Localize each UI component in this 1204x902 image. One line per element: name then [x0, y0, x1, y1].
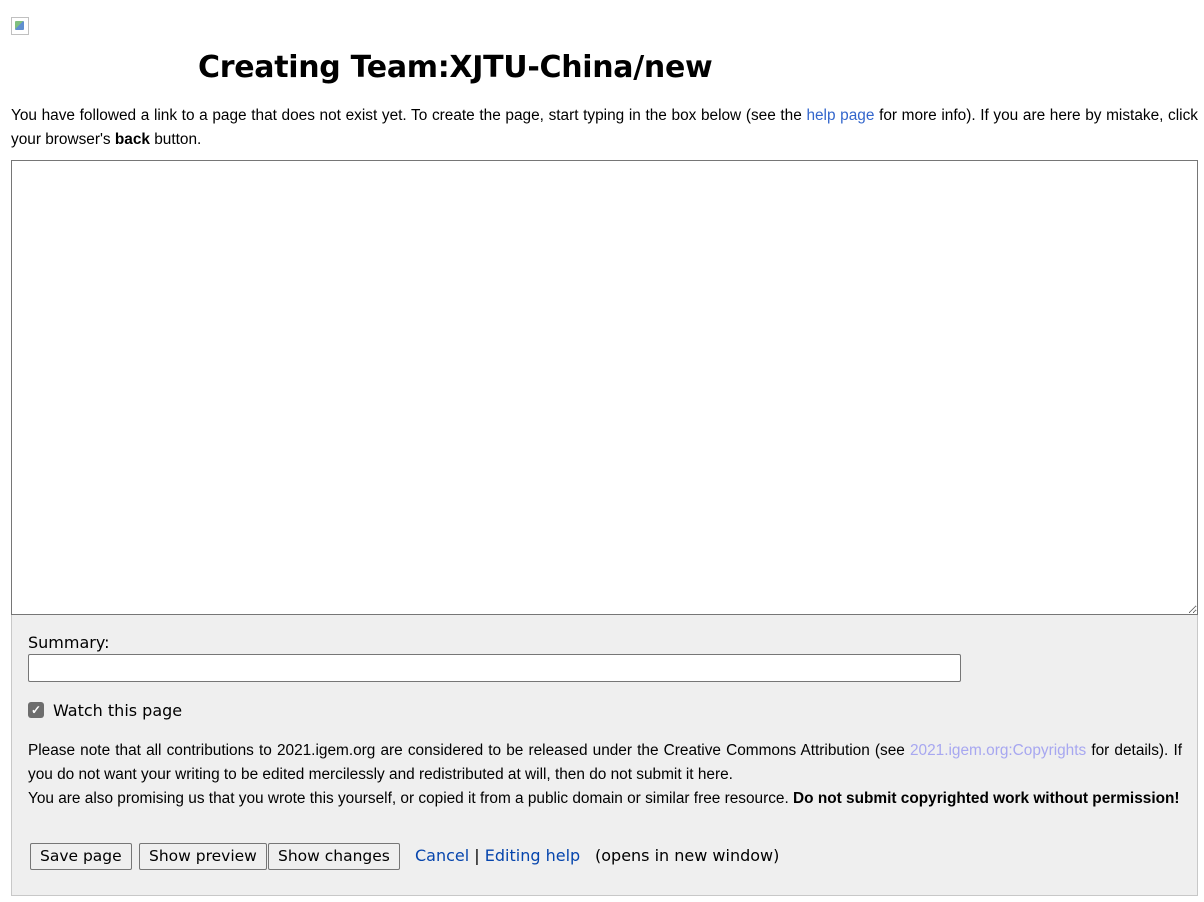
new-window-note: (opens in new window)	[595, 846, 780, 865]
help-page-link[interactable]: help page	[806, 107, 874, 124]
editing-help-link[interactable]: Editing help	[485, 846, 580, 865]
broken-image-icon	[11, 17, 29, 35]
copyrights-link[interactable]: 2021.igem.org:Copyrights	[910, 742, 1086, 759]
copyright-notice: Please note that all contributions to 20…	[28, 739, 1182, 811]
intro-text-part: button.	[149, 131, 202, 148]
show-preview-button[interactable]: Show preview	[139, 843, 267, 870]
watch-label[interactable]: Watch this page	[53, 701, 182, 720]
intro-text: You have followed a link to a page that …	[11, 104, 1198, 152]
summary-input[interactable]	[28, 654, 961, 682]
edit-links: Cancel | Editing help	[415, 846, 580, 865]
back-bold-text: back	[114, 131, 150, 148]
notice-text-part: Please note that all contributions to 20…	[28, 742, 910, 759]
copyright-warning: Do not submit copyrighted work without p…	[793, 790, 1180, 807]
notice-text-part: You are also promising us that you wrote…	[28, 790, 794, 807]
link-separator: |	[474, 846, 480, 865]
intro-text-part: You have followed a link to a page that …	[11, 107, 807, 124]
cancel-link[interactable]: Cancel	[415, 846, 469, 865]
watch-checkbox[interactable]: ✓	[28, 702, 44, 718]
summary-label: Summary:	[28, 633, 110, 652]
page-title: Creating Team:XJTU-China/new	[198, 50, 713, 85]
edit-textarea[interactable]	[11, 160, 1198, 615]
show-changes-button[interactable]: Show changes	[268, 843, 400, 870]
edit-options-panel: Summary: ✓ Watch this page Please note t…	[11, 615, 1198, 896]
save-page-button[interactable]: Save page	[30, 843, 132, 870]
